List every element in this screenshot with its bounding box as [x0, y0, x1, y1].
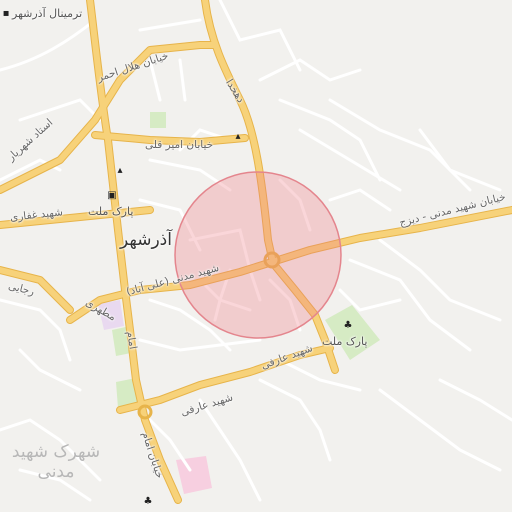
tree-icon[interactable]: ♣: [142, 496, 154, 508]
park-area: [150, 112, 166, 128]
map-canvas[interactable]: [0, 0, 512, 512]
label-park-mellat[interactable]: پارک ملت: [322, 336, 367, 347]
label-amir-gholi[interactable]: خیابان امیر قلی: [145, 140, 213, 151]
label-imam[interactable]: امام: [124, 330, 139, 350]
search-radius-circle[interactable]: [174, 171, 342, 339]
bus-terminal-icon[interactable]: ▪: [0, 8, 12, 20]
mosque-icon[interactable]: ▴: [114, 165, 126, 177]
mosque-icon[interactable]: ▴: [232, 131, 244, 143]
label-city[interactable]: آذرشهر: [120, 232, 172, 249]
map-view[interactable]: ترمینال آذرشهر خیابان هلال احمر استاد شه…: [0, 0, 512, 512]
pink-area: [176, 456, 212, 494]
tree-icon[interactable]: ♣: [342, 320, 354, 332]
bus-stop-icon[interactable]: ▣: [106, 190, 118, 202]
label-park-mellat-north[interactable]: پارک ملت: [88, 206, 133, 217]
park-area: [325, 305, 380, 360]
label-shahrak-madani[interactable]: شهرک شهید مدنی: [8, 442, 104, 483]
label-terminal[interactable]: ترمینال آذرشهر: [12, 8, 82, 19]
